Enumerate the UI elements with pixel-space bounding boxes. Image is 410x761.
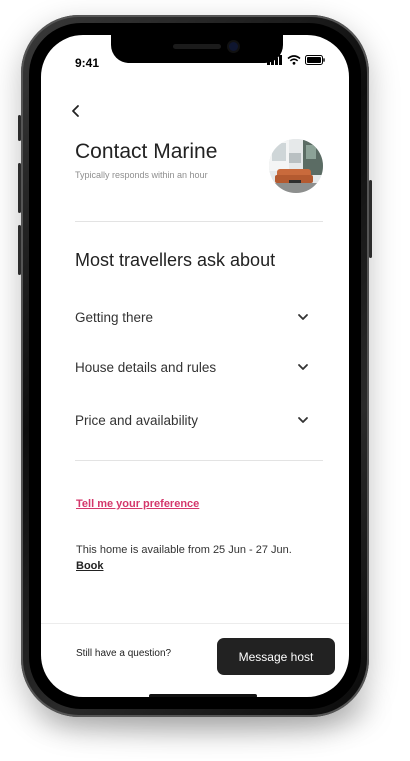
header-divider	[75, 221, 323, 222]
host-avatar	[269, 139, 323, 193]
chevron-left-icon	[72, 105, 79, 117]
silent-switch	[18, 115, 21, 141]
chevron-down-icon	[298, 364, 308, 370]
volume-up-button	[18, 163, 21, 213]
screen: 9:41 Contact Marine Typically responds w…	[41, 35, 349, 697]
home-indicator[interactable]	[149, 694, 257, 697]
faq-item-label: Price and availability	[75, 412, 199, 428]
side-button	[369, 180, 372, 258]
speaker-grille	[173, 44, 221, 49]
faq-item-getting-there[interactable]: Getting there	[75, 305, 309, 329]
faq-item-label: House details and rules	[75, 359, 217, 375]
availability-text: This home is available from 25 Jun - 27 …	[76, 544, 292, 556]
footer-divider	[41, 623, 349, 624]
faq-item-price-availability[interactable]: Price and availability	[75, 408, 309, 432]
status-time: 9:41	[75, 56, 100, 70]
faq-title: Most travellers ask about	[75, 250, 276, 270]
message-host-button[interactable]: Message host	[217, 638, 335, 675]
faq-item-house-details[interactable]: House details and rules	[75, 355, 309, 379]
faq-item-label: Getting there	[75, 309, 154, 325]
faq-divider	[75, 460, 323, 461]
status-icons	[267, 55, 325, 65]
bezel: 9:41 Contact Marine Typically responds w…	[29, 23, 361, 709]
notch	[111, 35, 283, 63]
battery-icon	[305, 55, 325, 65]
wifi-icon	[287, 55, 301, 65]
volume-down-button	[18, 225, 21, 275]
footer-question: Still have a question?	[76, 648, 172, 659]
page-title: Contact Marine	[75, 140, 218, 163]
chevron-down-icon	[298, 314, 308, 320]
phone-frame: 9:41 Contact Marine Typically responds w…	[18, 15, 372, 717]
tell-preference-link[interactable]: Tell me your preference	[76, 498, 199, 510]
signal-icon	[267, 55, 282, 65]
availability-info: This home is available from 25 Jun - 27 …	[76, 542, 336, 574]
front-camera	[229, 42, 238, 51]
book-link[interactable]: Book	[76, 560, 104, 572]
host-photo	[269, 139, 323, 193]
back-button[interactable]	[71, 101, 81, 124]
chevron-down-icon	[298, 417, 308, 423]
response-time: Typically responds within an hour	[75, 170, 208, 180]
